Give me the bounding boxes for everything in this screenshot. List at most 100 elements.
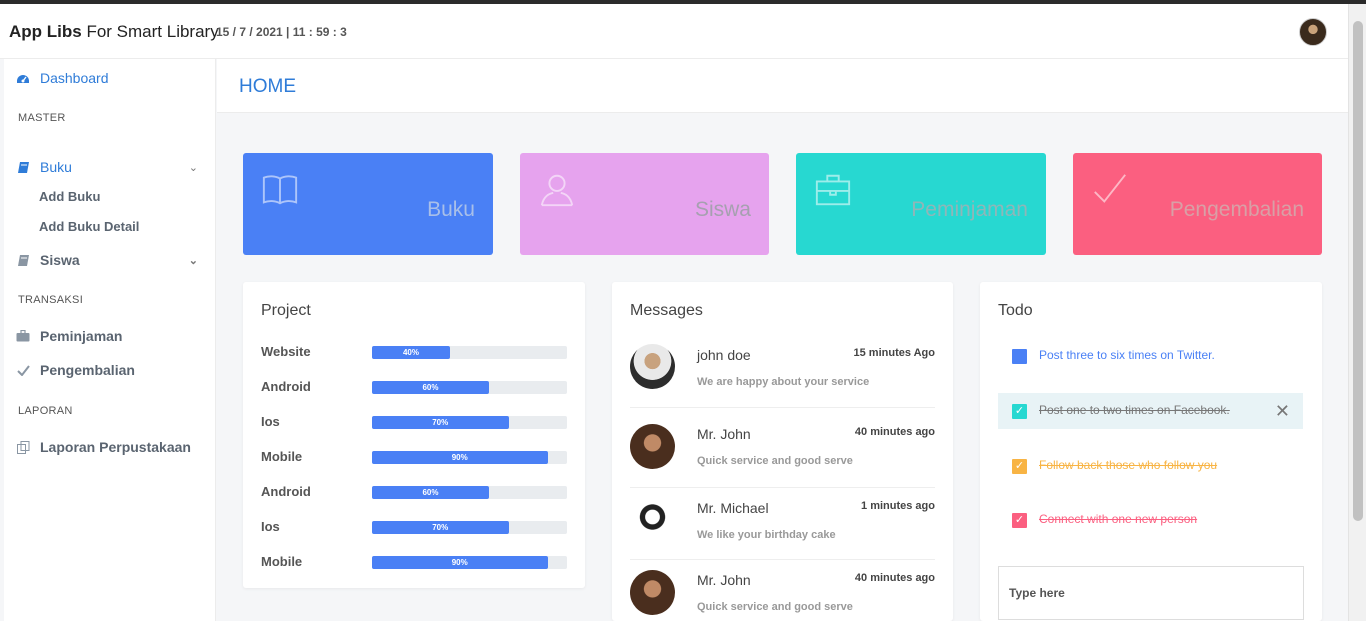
app-brand[interactable]: App Libs For Smart Library — [9, 22, 219, 42]
project-row: Ios 70% — [261, 414, 567, 434]
progress-bar: 60% — [372, 486, 567, 499]
message-sender: Mr. Michael — [697, 500, 769, 516]
project-name: Ios — [261, 519, 280, 534]
sidebar-item-label: Laporan Perpustakaan — [40, 439, 191, 455]
sidebar-item-pengembalian[interactable]: Pengembalian — [16, 362, 135, 378]
sidebar-item-label: Peminjaman — [40, 328, 123, 344]
avatar — [630, 570, 675, 615]
progress-fill: 40% — [372, 346, 450, 359]
todo-item[interactable]: ✓ Follow back those who follow you — [998, 448, 1303, 484]
project-row: Website 40% — [261, 344, 567, 364]
stat-card-peminjaman[interactable]: Peminjaman — [796, 153, 1046, 255]
avatar — [630, 344, 675, 389]
project-row: Ios 70% — [261, 519, 567, 539]
sidebar-item-buku[interactable]: Buku ⌄ — [16, 159, 210, 175]
top-header: App Libs For Smart Library 15 / 7 / 2021… — [0, 4, 1348, 59]
section-label-master: MASTER — [18, 112, 66, 124]
book-icon — [16, 253, 30, 267]
section-label-transaksi: TRANSAKSI — [18, 294, 84, 306]
close-icon[interactable]: ✕ — [1275, 401, 1290, 422]
todo-text: Connect with one new person — [1039, 512, 1198, 526]
sidebar-item-laporan[interactable]: Laporan Perpustakaan — [16, 439, 191, 455]
sidebar-subitem-add-buku-detail[interactable]: Add Buku Detail — [39, 219, 139, 234]
checkmark-icon — [16, 363, 30, 377]
project-row: Mobile 90% — [261, 449, 567, 469]
stat-card-buku[interactable]: Buku — [243, 153, 493, 255]
user-avatar[interactable] — [1299, 18, 1327, 46]
avatar — [630, 424, 675, 469]
sidebar: Dashboard MASTER Buku ⌄ Add Buku Add Buk… — [4, 59, 216, 621]
message-item[interactable]: Mr. John 40 minutes ago Quick service an… — [630, 561, 935, 621]
message-item[interactable]: john doe 15 minutes Ago We are happy abo… — [630, 336, 935, 408]
stat-card-pengembalian[interactable]: Pengembalian — [1073, 153, 1322, 255]
sidebar-item-peminjaman[interactable]: Peminjaman — [16, 328, 122, 344]
panel-title: Project — [261, 302, 311, 319]
message-time: 40 minutes ago — [854, 572, 935, 584]
copy-icon — [16, 440, 30, 454]
todo-input[interactable] — [998, 566, 1304, 620]
stat-card-label: Siswa — [694, 198, 751, 221]
page-scrollbar[interactable] — [1348, 4, 1366, 621]
sidebar-subitem-add-buku[interactable]: Add Buku — [39, 189, 100, 204]
avatar — [630, 499, 675, 544]
message-preview: Quick service and good serve — [697, 601, 853, 613]
progress-fill: 70% — [372, 416, 509, 429]
message-sender: Mr. John — [697, 426, 751, 442]
sidebar-item-label: Siswa — [40, 252, 80, 268]
sidebar-item-label: Pengembalian — [40, 362, 135, 378]
stat-card-siswa[interactable]: Siswa — [520, 153, 769, 255]
progress-bar: 60% — [372, 381, 567, 394]
message-item[interactable]: Mr. Michael 1 minutes ago We like your b… — [630, 488, 935, 560]
todo-text: Follow back those who follow you — [1039, 458, 1218, 472]
progress-bar: 70% — [372, 521, 567, 534]
chevron-down-icon: ⌄ — [188, 161, 198, 174]
progress-bar: 90% — [372, 451, 567, 464]
message-item[interactable]: Mr. John 40 minutes ago Quick service an… — [630, 416, 935, 488]
sidebar-item-label: Dashboard — [40, 70, 109, 86]
message-preview: We like your birthday cake — [697, 529, 836, 541]
stat-card-label: Pengembalian — [1169, 198, 1304, 221]
briefcase-icon — [16, 329, 30, 343]
todo-checkbox[interactable] — [1012, 349, 1027, 364]
sidebar-item-dashboard[interactable]: Dashboard — [16, 70, 109, 86]
book-icon — [16, 160, 30, 174]
sidebar-item-siswa[interactable]: Siswa ⌄ — [16, 252, 210, 268]
sidebar-item-label: Buku — [40, 159, 72, 175]
project-name: Website — [261, 344, 311, 359]
project-name: Mobile — [261, 449, 303, 464]
messages-panel: Messages john doe 15 minutes Ago We are … — [612, 282, 953, 621]
progress-bar: 70% — [372, 416, 567, 429]
stat-card-label: Buku — [427, 198, 475, 221]
datetime-display: 15 / 7 / 2021 | 11 : 59 : 3 — [216, 25, 347, 39]
message-sender: john doe — [697, 347, 751, 363]
scrollbar-thumb[interactable] — [1353, 21, 1363, 521]
todo-checkbox[interactable]: ✓ — [1012, 404, 1027, 419]
message-time: 1 minutes ago — [861, 500, 935, 512]
project-row: Mobile 90% — [261, 554, 567, 574]
progress-fill: 90% — [372, 451, 548, 464]
todo-text: Post one to two times on Facebook. — [1039, 403, 1230, 417]
page-title-bar: HOME — [217, 59, 1348, 113]
project-name: Android — [261, 484, 311, 499]
project-name: Mobile — [261, 554, 303, 569]
progress-bar: 40% — [372, 346, 567, 359]
todo-checkbox[interactable]: ✓ — [1012, 513, 1027, 528]
book-open-icon — [262, 175, 298, 205]
todo-item[interactable]: Post three to six times on Twitter. — [998, 338, 1303, 374]
todo-item[interactable]: ✓ Post one to two times on Facebook. ✕ — [998, 393, 1303, 429]
message-time: 15 minutes Ago — [853, 347, 936, 359]
chevron-down-icon: ⌄ — [188, 254, 198, 267]
todo-checkbox[interactable]: ✓ — [1012, 459, 1027, 474]
todo-panel: Todo Post three to six times on Twitter.… — [980, 282, 1322, 621]
briefcase-icon — [815, 174, 851, 206]
stat-card-label: Peminjaman — [911, 198, 1028, 221]
message-preview: Quick service and good serve — [697, 455, 853, 467]
app-name: App Libs — [9, 22, 82, 41]
panel-title: Todo — [998, 302, 1033, 319]
message-preview: We are happy about your service — [697, 376, 870, 388]
todo-item[interactable]: ✓ Connect with one new person — [998, 502, 1303, 538]
progress-fill: 60% — [372, 486, 489, 499]
progress-fill: 70% — [372, 521, 509, 534]
project-name: Android — [261, 379, 311, 394]
checkmark-icon — [1094, 174, 1126, 203]
